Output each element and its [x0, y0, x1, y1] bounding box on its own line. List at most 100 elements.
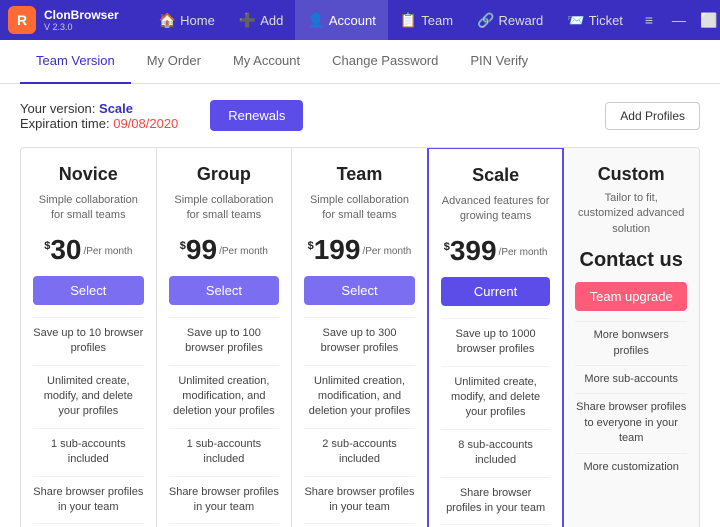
nav-add-label: Add: [260, 13, 283, 28]
maximize-button[interactable]: ⬜: [695, 6, 720, 34]
plan-team-feature-4: Cookie sync across your computers: [304, 523, 415, 527]
plan-group-select-button[interactable]: Select: [169, 276, 280, 305]
plan-group-feature-2: 1 sub-accounts included: [169, 428, 280, 476]
nav-account[interactable]: 👤 Account: [295, 0, 387, 40]
plan-scale-amount: 399: [450, 237, 497, 265]
plan-novice-desc: Simple collaboration for small teams: [33, 193, 144, 224]
plan-team-name: Team: [337, 164, 383, 185]
plan-team-period: /Per month: [362, 246, 411, 257]
version-info-row: Your version: Scale Expiration time: 09/…: [20, 100, 700, 131]
nav-team-label: Team: [421, 13, 453, 28]
plan-scale-period: /Per month: [499, 247, 548, 258]
plan-group-desc: Simple collaboration for small teams: [169, 193, 280, 224]
plan-group-feature-0: Save up to 100 browser profiles: [169, 317, 280, 365]
add-icon: ➕: [239, 12, 256, 29]
plan-team-desc: Simple collaboration for small teams: [304, 193, 415, 224]
plan-group-amount: 99: [186, 236, 217, 264]
tab-pin-verify[interactable]: PIN Verify: [454, 40, 544, 84]
nav-ticket-label: Ticket: [589, 13, 623, 28]
team-upgrade-button[interactable]: Team upgrade: [575, 282, 687, 311]
tab-change-password[interactable]: Change Password: [316, 40, 454, 84]
plan-novice-features: Save up to 10 browser profiles Unlimited…: [33, 317, 144, 527]
account-icon: 👤: [307, 12, 324, 29]
plan-scale-price-row: $ 399 /Per month: [444, 237, 548, 265]
expiry-label: Expiration time:: [20, 116, 110, 131]
minimize-button[interactable]: —: [665, 6, 693, 34]
version-label: Your version:: [20, 101, 95, 116]
plan-team-features: Save up to 300 browser profiles Unlimite…: [304, 317, 415, 527]
app-version: V 2.3.0: [44, 22, 119, 32]
nav-home-label: Home: [180, 13, 215, 28]
expiry-line: Expiration time: 09/08/2020: [20, 116, 178, 131]
expiry-date: 09/08/2020: [113, 116, 178, 131]
plan-scale-feature-3: Share browser profiles in your team: [441, 477, 551, 525]
nav-reward[interactable]: 🔗 Reward: [465, 0, 555, 40]
plan-team-feature-1: Unlimited creation, modification, and de…: [304, 365, 415, 428]
plan-novice-feature-0: Save up to 10 browser profiles: [33, 317, 144, 365]
plan-group-features: Save up to 100 browser profiles Unlimite…: [169, 317, 280, 527]
menu-button[interactable]: ≡: [635, 6, 663, 34]
plan-custom-feature-2: Share browser profiles to everyone in yo…: [575, 393, 687, 452]
tab-team-version[interactable]: Team Version: [20, 40, 131, 84]
plan-group-feature-3: Share browser profiles in your team: [169, 476, 280, 524]
nav-add[interactable]: ➕ Add: [227, 0, 296, 40]
main-content: Your version: Scale Expiration time: 09/…: [0, 84, 720, 527]
home-icon: 🏠: [159, 12, 176, 29]
title-bar: R ClonBrowser V 2.3.0 🏠 Home ➕ Add 👤 Acc…: [0, 0, 720, 40]
renewals-button[interactable]: Renewals: [210, 100, 303, 131]
plan-novice-feature-1: Unlimited create, modify, and delete you…: [33, 365, 144, 428]
plan-scale: Scale Advanced features for growing team…: [427, 147, 565, 527]
version-line: Your version: Scale: [20, 101, 178, 116]
nav-home[interactable]: 🏠 Home: [147, 0, 227, 40]
nav-reward-label: Reward: [498, 13, 543, 28]
team-icon: 📋: [400, 12, 417, 29]
plan-custom-feature-0: More bonwsers profiles: [575, 321, 687, 365]
plan-team-feature-0: Save up to 300 browser profiles: [304, 317, 415, 365]
tabs-bar: Team Version My Order My Account Change …: [0, 40, 720, 84]
plan-team-price-row: $ 199 /Per month: [308, 236, 412, 264]
plan-novice-price-row: $ 30 /Per month: [44, 236, 132, 264]
plan-group-price-row: $ 99 /Per month: [180, 236, 268, 264]
plan-scale-current-button[interactable]: Current: [441, 277, 551, 306]
version-value: Scale: [99, 101, 133, 116]
tab-my-order[interactable]: My Order: [131, 40, 217, 84]
nav-team[interactable]: 📋 Team: [388, 0, 465, 40]
plan-team-feature-2: 2 sub-accounts included: [304, 428, 415, 476]
plan-novice-name: Novice: [59, 164, 118, 185]
plan-novice-amount: 30: [50, 236, 81, 264]
plan-scale-feature-2: 8 sub-accounts included: [441, 429, 551, 477]
contact-us-label: Contact us: [580, 249, 683, 272]
add-profiles-button[interactable]: Add Profiles: [605, 102, 700, 130]
ticket-icon: 📨: [567, 12, 584, 29]
nav-ticket[interactable]: 📨 Ticket: [555, 0, 635, 40]
plan-group-feature-1: Unlimited creation, modification, and de…: [169, 365, 280, 428]
plan-custom-desc: Tailor to fit, customized advanced solut…: [575, 191, 687, 237]
plan-scale-name: Scale: [472, 165, 519, 186]
plan-novice-select-button[interactable]: Select: [33, 276, 144, 305]
reward-icon: 🔗: [477, 12, 494, 29]
plan-novice: Novice Simple collaboration for small te…: [21, 148, 157, 527]
plan-custom-feature-1: More sub-accounts: [575, 365, 687, 393]
plan-custom: Custom Tailor to fit, customized advance…: [563, 148, 699, 527]
plan-novice-feature-4: Cookie sync across your computers: [33, 523, 144, 527]
plan-custom-name: Custom: [598, 164, 665, 185]
version-info-block: Your version: Scale Expiration time: 09/…: [20, 101, 178, 131]
plan-scale-features: Save up to 1000 browser profiles Unlimit…: [441, 318, 551, 527]
plan-group-name: Group: [197, 164, 251, 185]
plan-group-feature-4: Cookie sync across your computers: [169, 523, 280, 527]
window-controls: ≡ — ⬜ ✕: [635, 6, 720, 34]
plan-novice-feature-2: 1 sub-accounts included: [33, 428, 144, 476]
plan-scale-desc: Advanced features for growing teams: [441, 194, 551, 225]
plan-novice-period: /Per month: [83, 246, 132, 257]
plan-custom-features: More bonwsers profiles More sub-accounts…: [575, 321, 687, 481]
plan-team-select-button[interactable]: Select: [304, 276, 415, 305]
plan-scale-feature-0: Save up to 1000 browser profiles: [441, 318, 551, 366]
plans-grid: Novice Simple collaboration for small te…: [20, 147, 700, 527]
plan-custom-feature-3: More customization: [575, 453, 687, 481]
tab-my-account[interactable]: My Account: [217, 40, 316, 84]
plan-team-amount: 199: [314, 236, 361, 264]
title-nav: 🏠 Home ➕ Add 👤 Account 📋 Team 🔗 Reward 📨…: [147, 0, 635, 40]
plan-group: Group Simple collaboration for small tea…: [157, 148, 293, 527]
plan-team-feature-3: Share browser profiles in your team: [304, 476, 415, 524]
nav-account-label: Account: [329, 13, 376, 28]
